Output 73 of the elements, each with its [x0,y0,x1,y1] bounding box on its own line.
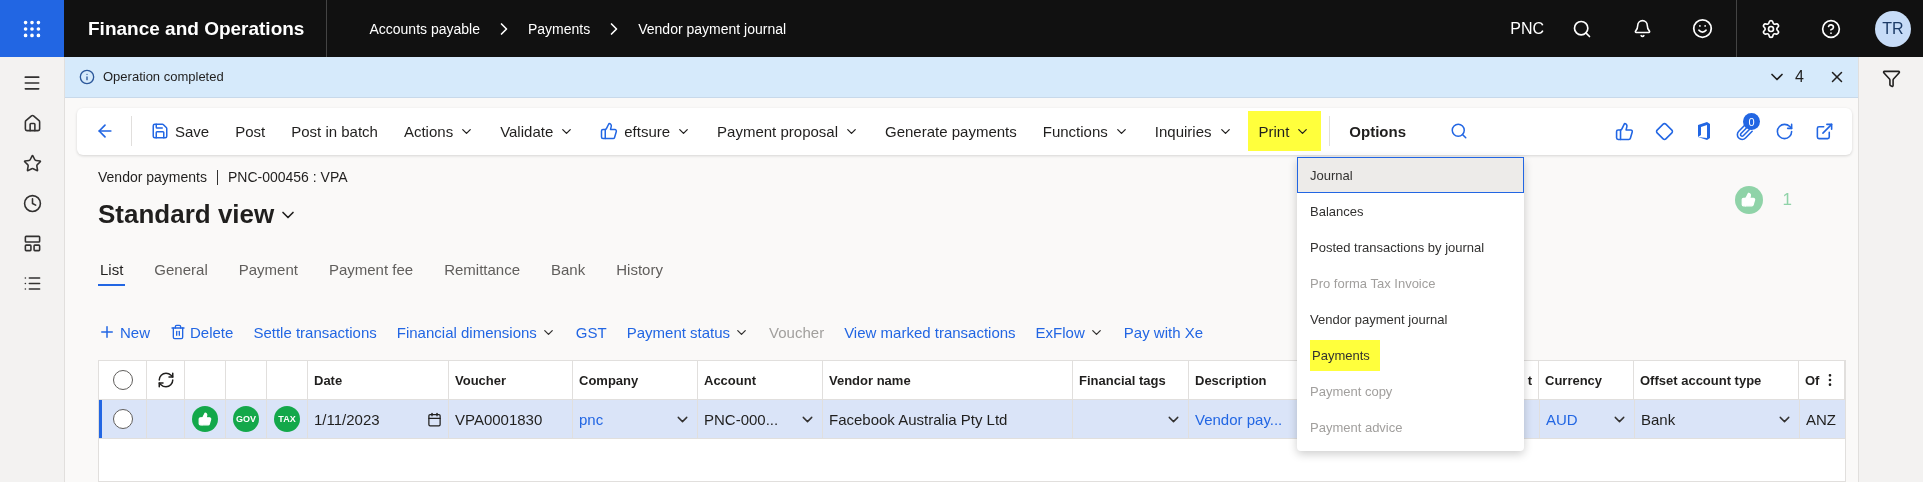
tab[interactable]: Payment fee [326,261,416,286]
grid-toolbar-button[interactable]: Settle transactions [253,323,377,341]
grid-toolbar-button[interactable]: ExFlow [1035,323,1104,341]
grid-toolbar-button[interactable]: Pay with Xe [1123,323,1203,341]
table-select[interactable]: pnc [573,400,698,438]
menu-item-label: Pro forma Tax Invoice [1310,275,1436,291]
menu-item[interactable]: Vendor payment journal [1297,301,1524,337]
table-cell: ANZ [1800,400,1846,438]
tab[interactable]: List [98,261,126,286]
company-label[interactable]: PNC [1510,19,1544,38]
record-title: PNC-000456 : VPA [216,169,348,185]
toolbar-button[interactable]: Payment proposal [706,111,870,152]
column-header[interactable]: Currency [1539,361,1634,399]
toolbar-button[interactable]: Actions [392,111,486,152]
menu-item-label: Balances [1310,203,1364,219]
menu-item-label: Payment copy [1310,383,1393,399]
breadcrumb-link[interactable]: Accounts payable [369,20,480,37]
toolbar-button[interactable]: Save [140,111,221,152]
menu-item[interactable]: Payments [1297,337,1524,373]
menu-item-label: Posted transactions by journal [1310,239,1485,255]
tab[interactable]: General [152,261,210,286]
tab[interactable]: Remittance [442,261,522,286]
grid-toolbar-button[interactable]: Financial dimensions [396,323,556,341]
tab[interactable]: Payment [236,261,300,286]
breadcrumb-link[interactable]: Vendor payment journal [638,20,787,37]
table-cell: VPA0001830 [449,400,573,438]
menu-item[interactable]: Journal [1297,157,1524,193]
status-badge: TAX [274,406,300,432]
table-select[interactable]: AUD [1540,400,1635,438]
page-caption: Vendor payments [98,169,207,185]
table-select[interactable]: Bank [1635,400,1800,438]
menu-item-label: Payment advice [1310,419,1403,435]
toolbar-button[interactable]: Post in batch [280,111,389,152]
toolbar-button[interactable]: Print [1247,111,1322,152]
notification-message: Operation completed [103,69,225,85]
attachment-count: 0 [1743,113,1760,131]
table-select[interactable]: PNC-000... [698,400,823,438]
grid-toolbar-button[interactable]: GST [575,323,607,341]
tab[interactable]: Bank [549,261,588,286]
view-selector[interactable]: Standard view [98,199,299,230]
toolbar-button[interactable]: Post [224,111,277,152]
toolbar-button[interactable]: Generate payments [874,111,1028,152]
column-header[interactable]: Vendor name [823,361,1073,399]
table-cell: Facebook Australia Pty Ltd [823,400,1073,438]
grid-toolbar-button[interactable]: Delete [170,323,234,341]
column-header[interactable]: Account [698,361,823,399]
column-header[interactable]: Offset account type [1634,361,1799,399]
toolbar-button[interactable]: Functions [1031,111,1140,152]
menu-item-label: Payments [1310,339,1380,371]
toolbar-button[interactable]: Inquiries [1143,111,1244,152]
breadcrumb-link[interactable]: Payments [527,20,591,37]
toolbar-button[interactable]: Options [1338,111,1417,152]
column-header[interactable]: Date [308,361,449,399]
table-cell: 1/11/2023 [308,400,449,438]
toolbar-button[interactable]: Validate [489,111,586,152]
menu-item[interactable]: Posted transactions by journal [1297,229,1524,265]
grid-toolbar-button[interactable]: Payment status [626,323,750,341]
tab[interactable]: History [614,261,665,286]
grid-toolbar-button[interactable]: New [98,323,150,341]
menu-item-label: Vendor payment journal [1310,311,1448,327]
column-header[interactable]: Voucher [449,361,573,399]
menu-item[interactable]: Balances [1297,193,1524,229]
message-count: 4 [1795,67,1804,86]
menu-item-label: Journal [1310,167,1353,183]
toolbar-button[interactable]: eftsure [589,111,703,152]
status-badge: GOV [233,406,259,432]
like-count: 1 [1782,189,1792,210]
column-header[interactable]: Of [1799,361,1845,399]
grid-toolbar-button[interactable]: View marked transactions [844,323,1016,341]
user-avatar[interactable]: TR [1875,10,1911,47]
attachment-button[interactable]: 0 [1726,113,1762,150]
column-header[interactable]: Financial tags [1073,361,1189,399]
column-header[interactable]: Company [573,361,698,399]
